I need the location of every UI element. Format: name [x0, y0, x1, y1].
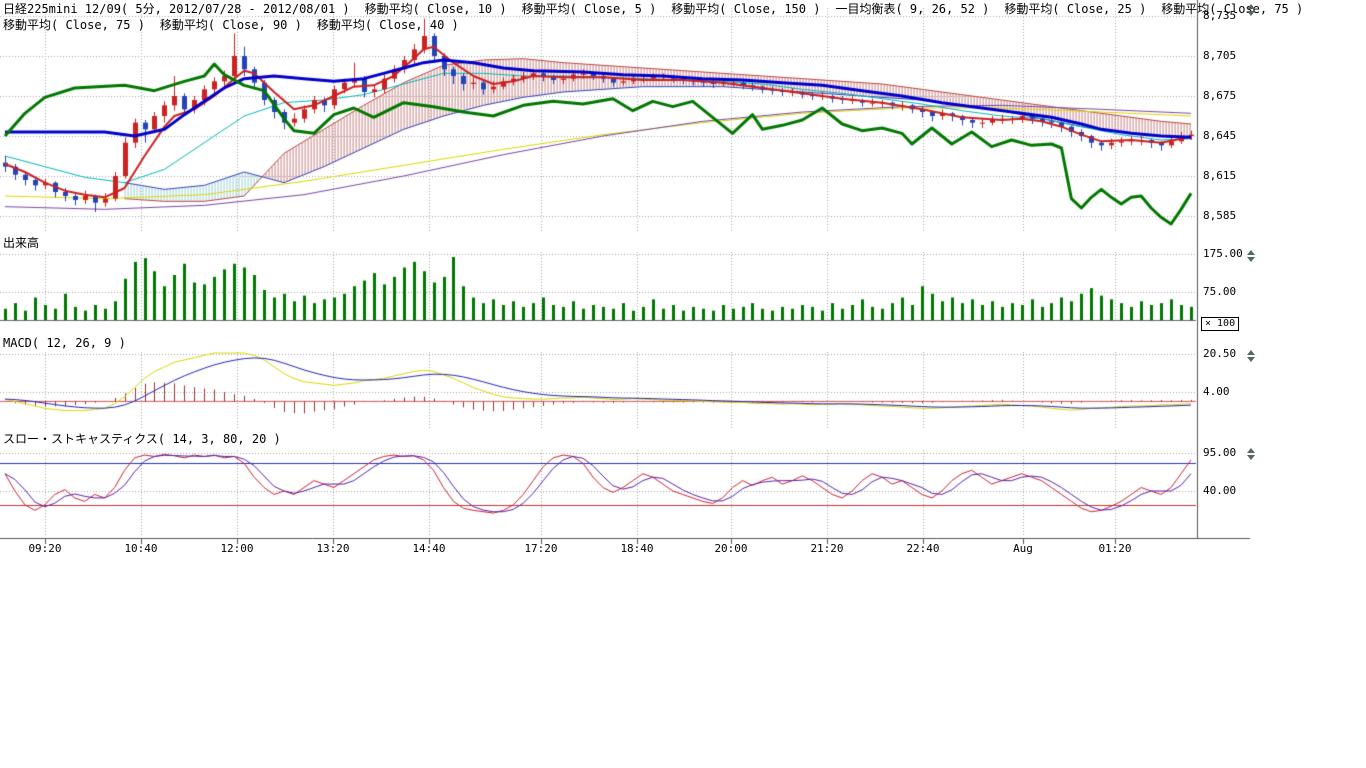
time-axis-label: 22:40 — [897, 542, 949, 556]
chart-title: 日経225mini 12/09( 5分, 2012/07/28 - 2012/0… — [3, 2, 350, 17]
time-axis-label: Aug — [997, 542, 1049, 556]
time-axis-label: 01:20 — [1089, 542, 1141, 556]
stochastics-axis-label: 40.00 — [1203, 484, 1251, 498]
indicator-label-ma75-2[interactable]: 移動平均( Close, 75 ) — [3, 18, 145, 33]
indicator-label-ma5[interactable]: 移動平均( Close, 5 ) — [522, 2, 657, 17]
indicator-label-ma150[interactable]: 移動平均( Close, 150 ) — [671, 2, 820, 17]
stochastics-axis-label: 95.00 — [1203, 446, 1251, 460]
volume-panel-title: 出来高 — [3, 236, 39, 250]
macd-axis-label: 4.00 — [1203, 385, 1251, 399]
trading-chart-window: 日経225mini 12/09( 5分, 2012/07/28 - 2012/0… — [0, 0, 1366, 768]
time-axis-label: 13:20 — [307, 542, 359, 556]
price-axis-label: 8,615 — [1203, 169, 1251, 183]
price-axis-label: 8,675 — [1203, 89, 1251, 103]
time-axis-label: 18:40 — [611, 542, 663, 556]
indicator-label-ma90[interactable]: 移動平均( Close, 90 ) — [160, 18, 302, 33]
indicator-label-ma40[interactable]: 移動平均( Close, 40 ) — [317, 18, 459, 33]
time-axis-label: 10:40 — [115, 542, 167, 556]
volume-multiplier-badge: × 100 — [1201, 317, 1239, 331]
indicator-label-ichimoku[interactable]: 一目均衡表( 9, 26, 52 ) — [835, 2, 989, 17]
macd-panel-title: MACD( 12, 26, 9 ) — [3, 336, 126, 350]
volume-axis-label: 75.00 — [1203, 285, 1251, 299]
time-axis-label: 12:00 — [211, 542, 263, 556]
indicator-label-ma25[interactable]: 移動平均( Close, 25 ) — [1004, 2, 1146, 17]
time-axis-label: 21:20 — [801, 542, 853, 556]
price-axis-label: 8,735 — [1203, 9, 1251, 23]
price-axis-label: 8,585 — [1203, 209, 1251, 223]
volume-axis-label: 175.00 — [1203, 247, 1251, 261]
indicator-header-row-1: 日経225mini 12/09( 5分, 2012/07/28 - 2012/0… — [3, 2, 1303, 17]
time-axis-label: 17:20 — [515, 542, 567, 556]
indicator-label-ma10[interactable]: 移動平均( Close, 10 ) — [365, 2, 507, 17]
time-axis-label: 09:20 — [19, 542, 71, 556]
time-axis-label: 14:40 — [403, 542, 455, 556]
stochastics-panel-title: スロー・ストキャスティクス( 14, 3, 80, 20 ) — [3, 432, 281, 446]
macd-axis-label: 20.50 — [1203, 347, 1251, 361]
indicator-header-row-2: 移動平均( Close, 75 ) 移動平均( Close, 90 ) 移動平均… — [3, 18, 459, 33]
price-axis-label: 8,705 — [1203, 49, 1251, 63]
price-axis-label: 8,645 — [1203, 129, 1251, 143]
chart-canvas[interactable] — [0, 0, 1366, 768]
time-axis-label: 20:00 — [705, 542, 757, 556]
